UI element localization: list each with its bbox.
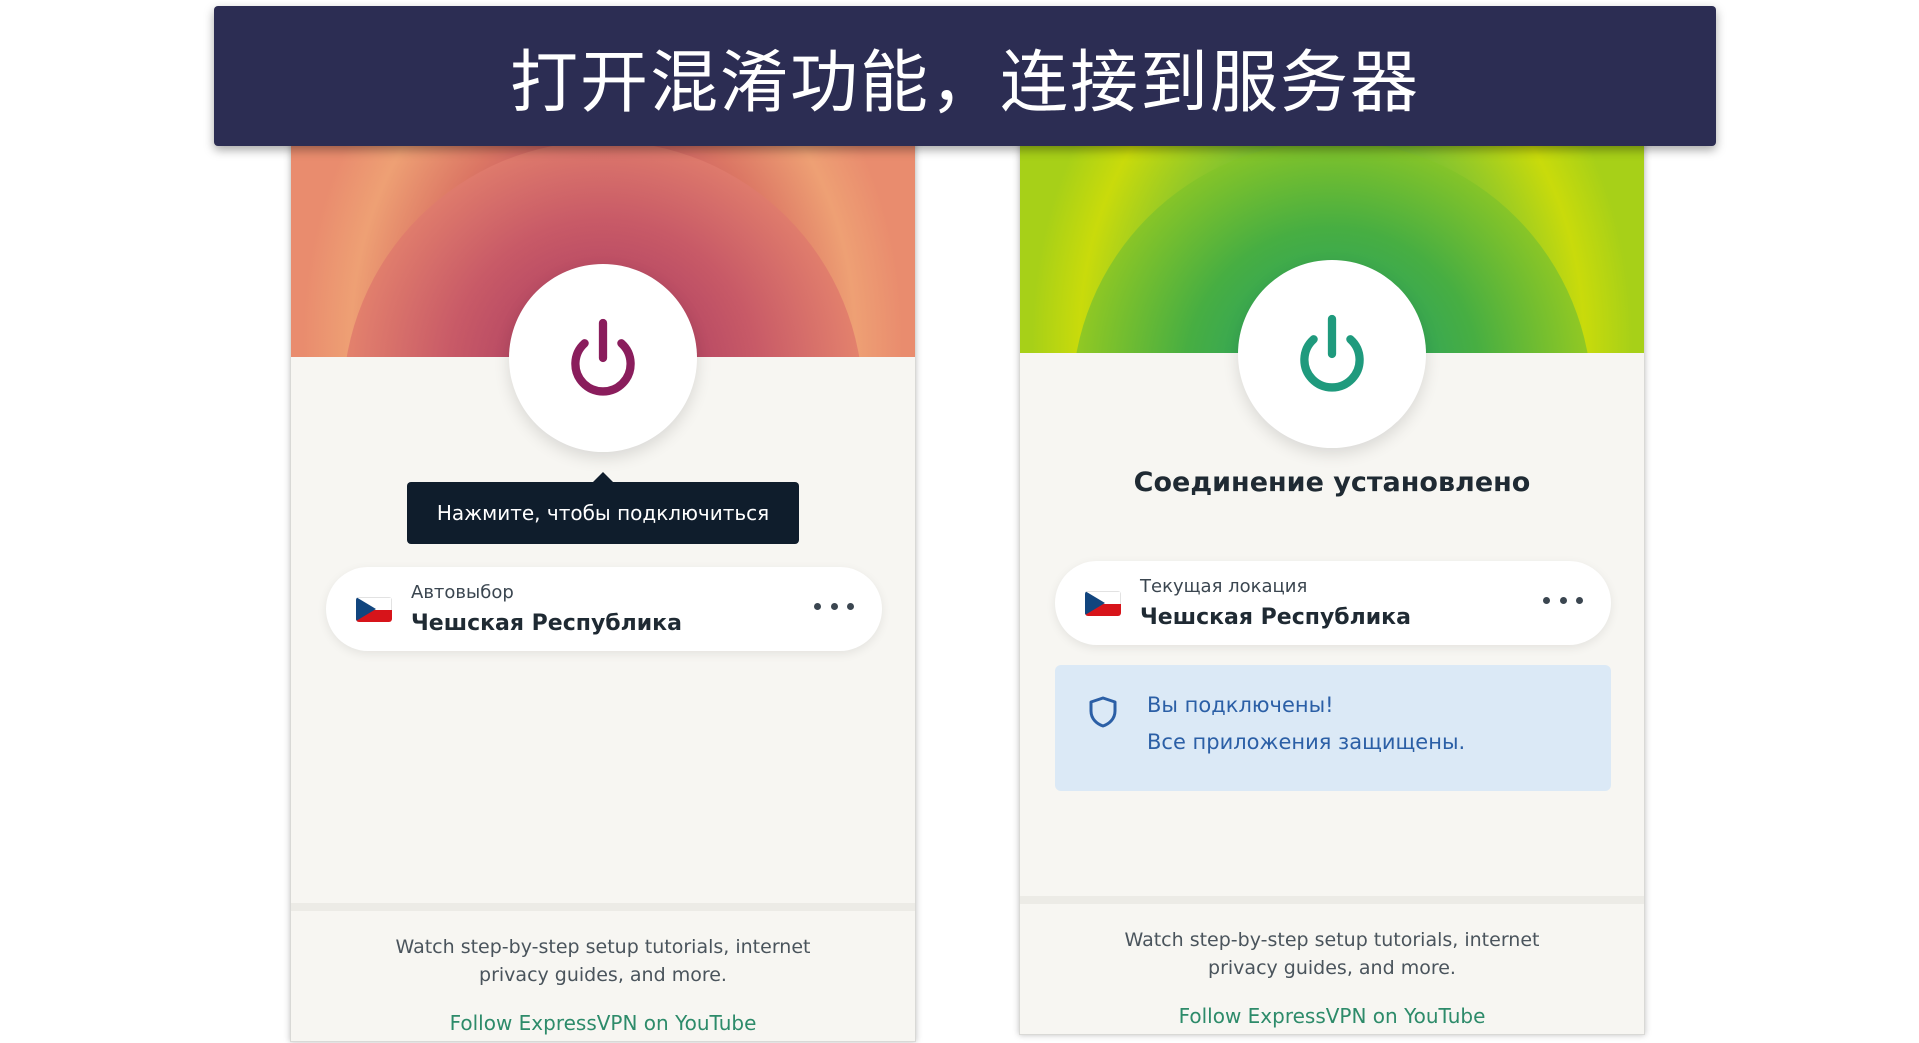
connected-info-box: Вы подключены! Все приложения защищены. [1055,665,1611,791]
footer-text: Watch step-by-step setup tutorials, inte… [395,936,811,986]
title-banner: 打开混淆功能，连接到服务器 [214,6,1716,146]
power-icon [571,318,635,396]
more-options-icon[interactable] [1543,585,1583,615]
location-country: Чешская Республика [1140,605,1411,630]
disconnect-button[interactable] [1238,260,1426,448]
location-selector[interactable]: Текущая локация Чешская Республика [1055,561,1611,645]
youtube-link[interactable]: Follow ExpressVPN on YouTube [1020,1004,1644,1028]
connect-tooltip: Нажмите, чтобы подключиться [407,472,799,544]
connected-message: Вы подключены! [1147,693,1334,717]
location-label: Текущая локация [1140,576,1308,597]
footer: Watch step-by-step setup tutorials, inte… [1020,896,1644,1034]
more-options-icon[interactable] [814,591,854,621]
czech-flag-icon [1085,591,1121,616]
youtube-link[interactable]: Follow ExpressVPN on YouTube [291,1011,915,1035]
connection-status: Соединение установлено [1133,467,1531,498]
shield-icon [1089,696,1117,728]
footer: Watch step-by-step setup tutorials, inte… [291,903,915,1041]
footer-text: Watch step-by-step setup tutorials, inte… [1124,929,1540,979]
protected-message: Все приложения защищены. [1147,730,1466,754]
location-country: Чешская Республика [411,611,682,636]
vpn-app-connected: Соединение установлено Текущая локация Ч… [1019,120,1645,1035]
location-label: Автовыбор [411,582,514,603]
vpn-app-disconnected: Нажмите, чтобы подключиться Автовыбор Че… [290,120,916,1042]
location-selector[interactable]: Автовыбор Чешская Республика [326,567,882,651]
screenshot-stage: 打开混淆功能，连接到服务器 Нажмите, чтобы подключитьс… [0,0,1919,1043]
banner-title: 打开混淆功能，连接到服务器 [509,43,1420,123]
connect-button[interactable] [509,264,697,452]
power-icon [1300,314,1364,392]
czech-flag-icon [356,597,392,622]
